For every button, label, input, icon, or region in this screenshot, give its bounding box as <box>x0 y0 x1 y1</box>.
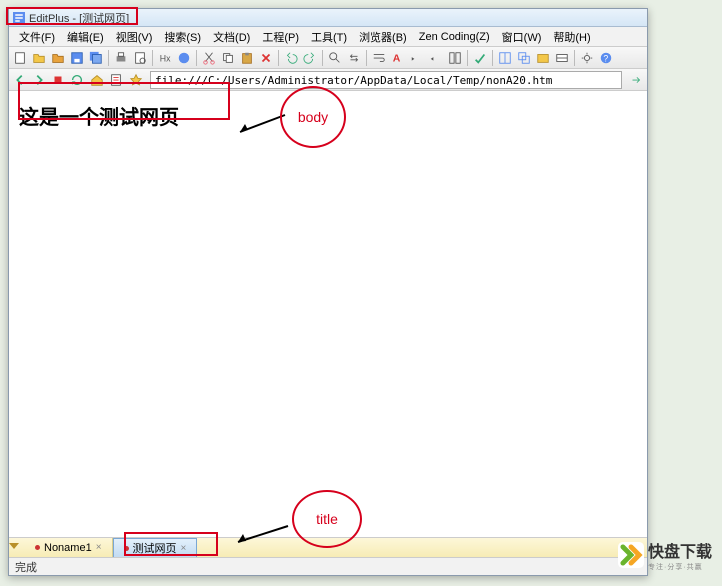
nav-refresh-icon[interactable] <box>68 71 86 89</box>
directory-icon[interactable] <box>534 49 552 67</box>
watermark-logo-icon <box>618 542 644 568</box>
status-text: 完成 <box>15 559 37 575</box>
window-cascade-icon[interactable] <box>515 49 533 67</box>
print-preview-icon[interactable] <box>131 49 149 67</box>
undo-icon[interactable] <box>282 49 300 67</box>
nav-favorite-icon[interactable] <box>127 71 145 89</box>
delete-icon[interactable] <box>257 49 275 67</box>
window-tile-icon[interactable] <box>496 49 514 67</box>
nav-stop-icon[interactable] <box>49 71 67 89</box>
address-input[interactable] <box>150 71 622 89</box>
menu-browser[interactable]: 浏览器(B) <box>353 27 413 47</box>
spellcheck-icon[interactable] <box>471 49 489 67</box>
output-icon[interactable] <box>553 49 571 67</box>
app-window: EditPlus - [测试网页] 文件(F) 编辑(E) 视图(V) 搜索(S… <box>8 8 648 576</box>
outdent-icon[interactable] <box>427 49 445 67</box>
redo-icon[interactable] <box>301 49 319 67</box>
menu-view[interactable]: 视图(V) <box>110 27 159 47</box>
window-title: EditPlus - [测试网页] <box>29 10 129 26</box>
close-icon[interactable]: × <box>96 542 102 553</box>
address-bar <box>150 71 622 89</box>
nav-edit-icon[interactable] <box>107 71 125 89</box>
menu-file[interactable]: 文件(F) <box>13 27 61 47</box>
page-heading: 这是一个测试网页 <box>19 101 637 130</box>
hex-icon[interactable]: Hx <box>156 49 174 67</box>
tabs-menu-icon[interactable] <box>9 543 25 553</box>
menu-zen[interactable]: Zen Coding(Z) <box>413 29 496 45</box>
tab-label: Noname1 <box>44 542 92 554</box>
menu-tools[interactable]: 工具(T) <box>305 27 353 47</box>
open-icon[interactable] <box>30 49 48 67</box>
close-icon[interactable]: × <box>181 543 187 554</box>
watermark-text: 快盘下载 <box>648 538 712 562</box>
save-icon[interactable] <box>68 49 86 67</box>
modified-dot-icon <box>124 546 129 551</box>
tab-noname1[interactable]: Noname1 × <box>25 538 113 557</box>
toolbar-nav <box>9 69 647 91</box>
watermark-sub: 专注·分享·共赢 <box>648 562 712 572</box>
document-tabs: Noname1 × 测试网页 × <box>9 537 647 557</box>
wordwrap-icon[interactable] <box>370 49 388 67</box>
nav-back-icon[interactable] <box>11 71 29 89</box>
menu-search[interactable]: 搜索(S) <box>158 27 207 47</box>
titlebar: EditPlus - [测试网页] <box>9 9 647 27</box>
toolbar-main: Hx A ? <box>9 47 647 69</box>
menu-document[interactable]: 文档(D) <box>207 27 256 47</box>
tab-testpage[interactable]: 测试网页 × <box>113 538 198 557</box>
paste-icon[interactable] <box>238 49 256 67</box>
menubar: 文件(F) 编辑(E) 视图(V) 搜索(S) 文档(D) 工程(P) 工具(T… <box>9 27 647 47</box>
modified-dot-icon <box>35 545 40 550</box>
menu-window[interactable]: 窗口(W) <box>496 27 548 47</box>
open-folder-icon[interactable] <box>49 49 67 67</box>
help-icon[interactable]: ? <box>597 49 615 67</box>
print-icon[interactable] <box>112 49 130 67</box>
columns-icon[interactable] <box>446 49 464 67</box>
replace-icon[interactable] <box>345 49 363 67</box>
svg-text:?: ? <box>603 53 608 63</box>
copy-icon[interactable] <box>219 49 237 67</box>
new-file-icon[interactable] <box>11 49 29 67</box>
save-all-icon[interactable] <box>87 49 105 67</box>
menu-edit[interactable]: 编辑(E) <box>61 27 110 47</box>
watermark: 快盘下载 专注·分享·共赢 <box>618 538 712 572</box>
indent-icon[interactable] <box>408 49 426 67</box>
browser-preview-icon[interactable] <box>175 49 193 67</box>
svg-text:A: A <box>393 52 401 64</box>
nav-forward-icon[interactable] <box>30 71 48 89</box>
menu-project[interactable]: 工程(P) <box>256 27 305 47</box>
app-icon <box>13 12 25 24</box>
menu-help[interactable]: 帮助(H) <box>547 27 596 47</box>
nav-go-icon[interactable] <box>627 71 645 89</box>
statusbar: 完成 <box>9 557 647 575</box>
svg-text:Hx: Hx <box>160 53 171 63</box>
find-icon[interactable] <box>326 49 344 67</box>
font-icon[interactable]: A <box>389 49 407 67</box>
settings-icon[interactable] <box>578 49 596 67</box>
tab-label: 测试网页 <box>133 540 177 556</box>
cut-icon[interactable] <box>200 49 218 67</box>
nav-home-icon[interactable] <box>88 71 106 89</box>
browser-viewport: 这是一个测试网页 <box>9 91 647 537</box>
